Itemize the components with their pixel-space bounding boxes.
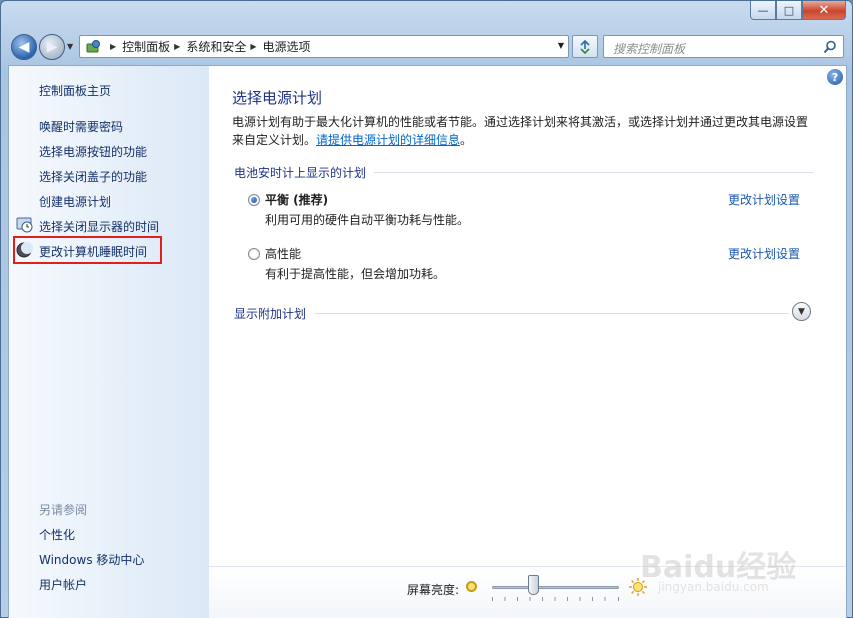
minimize-button[interactable]: — bbox=[750, 1, 776, 20]
breadcrumb-power-options[interactable]: 电源选项 bbox=[263, 38, 311, 55]
brightness-label: 屏幕亮度: bbox=[407, 583, 460, 597]
plan-balanced-name[interactable]: 平衡 (推荐) bbox=[265, 191, 328, 208]
task-pane: 控制面板主页 唤醒时需要密码 选择电源按钮的功能 选择关闭盖子的功能 创建电源计… bbox=[9, 66, 209, 618]
page-title: 选择电源计划 bbox=[232, 89, 323, 107]
page-description: 电源计划有助于最大化计算机的性能或者节能。通过选择计划来将其激活，或选择计划并通… bbox=[232, 113, 822, 149]
search-icon[interactable] bbox=[823, 40, 837, 54]
caption-buttons: — □ ✕ bbox=[750, 1, 846, 20]
brightness-slider-track[interactable] bbox=[492, 586, 619, 589]
help-icon[interactable]: ? bbox=[827, 69, 843, 85]
sidebar-item-create-plan[interactable]: 创建电源计划 bbox=[39, 193, 111, 210]
plan-high-performance-description: 有利于提高性能，但会增加功耗。 bbox=[265, 267, 446, 281]
close-button[interactable]: ✕ bbox=[802, 1, 846, 20]
plan-details-link[interactable]: 请提供电源计划的详细信息 bbox=[316, 133, 460, 147]
dim-brightness-icon bbox=[466, 581, 477, 592]
address-bar[interactable]: ▶ 控制面板 ▶ 系统和安全 ▶ 电源选项 ▼ bbox=[79, 35, 569, 58]
see-also-personalization[interactable]: 个性化 bbox=[39, 526, 75, 543]
main-panel: ? 选择电源计划 电源计划有助于最大化计算机的性能或者节能。通过选择计划来将其激… bbox=[209, 66, 846, 618]
sidebar-item-wake-password[interactable]: 唤醒时需要密码 bbox=[39, 118, 123, 135]
description-suffix: 。 bbox=[460, 133, 473, 147]
sidebar-item-lid-close[interactable]: 选择关闭盖子的功能 bbox=[39, 168, 147, 185]
battery-plans-group: 电池安时计上显示的计划 bbox=[234, 164, 815, 181]
brightness-slider-thumb[interactable] bbox=[528, 575, 540, 595]
search-input[interactable]: 搜索控制面板 bbox=[603, 35, 844, 58]
title-bar[interactable]: — □ ✕ bbox=[1, 1, 852, 27]
description-text-2: 来自定义计划。 bbox=[232, 133, 317, 147]
slider-ticks bbox=[492, 597, 619, 601]
breadcrumb-system-security[interactable]: 系统和安全 bbox=[186, 38, 246, 55]
sidebar-item-power-button[interactable]: 选择电源按钮的功能 bbox=[39, 143, 147, 160]
back-button[interactable]: ◀ bbox=[11, 34, 37, 60]
refresh-icon bbox=[580, 39, 590, 54]
see-also-heading: 另请参阅 bbox=[39, 503, 88, 517]
watermark-url: jingyan.baidu.com bbox=[658, 580, 769, 594]
breadcrumb-control-panel[interactable]: 控制面板 bbox=[122, 38, 170, 55]
battery-plans-heading: 电池安时计上显示的计划 bbox=[234, 166, 367, 180]
plan-balanced-change-link[interactable]: 更改计划设置 bbox=[728, 191, 800, 208]
group-divider bbox=[374, 172, 815, 173]
baidu-watermark: Baidu经验 jingyan.baidu.com bbox=[640, 540, 820, 605]
chevron-right-icon[interactable]: ▶ bbox=[110, 42, 116, 51]
additional-plans-heading[interactable]: 显示附加计划 bbox=[234, 305, 306, 322]
power-options-window: — □ ✕ ◀ ▶ ▼ ▶ 控制面板 ▶ 系统和安全 ▶ 电源选项 ▼ 搜索控制… bbox=[0, 0, 853, 618]
additional-plans-group[interactable]: 显示附加计划 bbox=[234, 305, 790, 322]
plan-high-performance-name[interactable]: 高性能 bbox=[265, 245, 301, 262]
maximize-button[interactable]: □ bbox=[776, 1, 802, 20]
group-divider bbox=[314, 313, 790, 314]
plan-high-performance-change-link[interactable]: 更改计划设置 bbox=[728, 245, 800, 262]
forward-button[interactable]: ▶ bbox=[39, 34, 65, 60]
see-also-user-accounts[interactable]: 用户帐户 bbox=[39, 576, 87, 593]
highlight-box bbox=[13, 236, 162, 264]
sidebar-item-display-off[interactable]: 选择关闭显示器的时间 bbox=[39, 218, 159, 235]
display-clock-icon bbox=[16, 216, 34, 234]
content-area: 控制面板主页 唤醒时需要密码 选择电源按钮的功能 选择关闭盖子的功能 创建电源计… bbox=[8, 65, 847, 618]
address-dropdown-icon[interactable]: ▼ bbox=[558, 41, 564, 50]
see-also-mobility-center[interactable]: Windows 移动中心 bbox=[39, 551, 144, 568]
chevron-right-icon[interactable]: ▶ bbox=[250, 42, 256, 51]
chevron-down-icon[interactable]: ▼ bbox=[792, 302, 811, 321]
recent-pages-dropdown[interactable]: ▼ bbox=[67, 42, 73, 51]
sidebar-home-link[interactable]: 控制面板主页 bbox=[39, 82, 111, 99]
description-text: 电源计划有助于最大化计算机的性能或者节能。通过选择计划来将其激活，或选择计划并通… bbox=[232, 115, 809, 129]
plan-balanced-description: 利用可用的硬件自动平衡功耗与性能。 bbox=[265, 213, 470, 227]
refresh-button[interactable] bbox=[572, 35, 598, 58]
navigation-bar: ◀ ▶ ▼ ▶ 控制面板 ▶ 系统和安全 ▶ 电源选项 ▼ 搜索控制面板 bbox=[1, 31, 852, 63]
plan-high-performance-radio[interactable] bbox=[248, 248, 260, 260]
plan-balanced-radio[interactable] bbox=[248, 194, 260, 206]
search-placeholder: 搜索控制面板 bbox=[613, 42, 686, 56]
chevron-right-icon[interactable]: ▶ bbox=[174, 42, 180, 51]
control-panel-icon bbox=[84, 39, 102, 55]
